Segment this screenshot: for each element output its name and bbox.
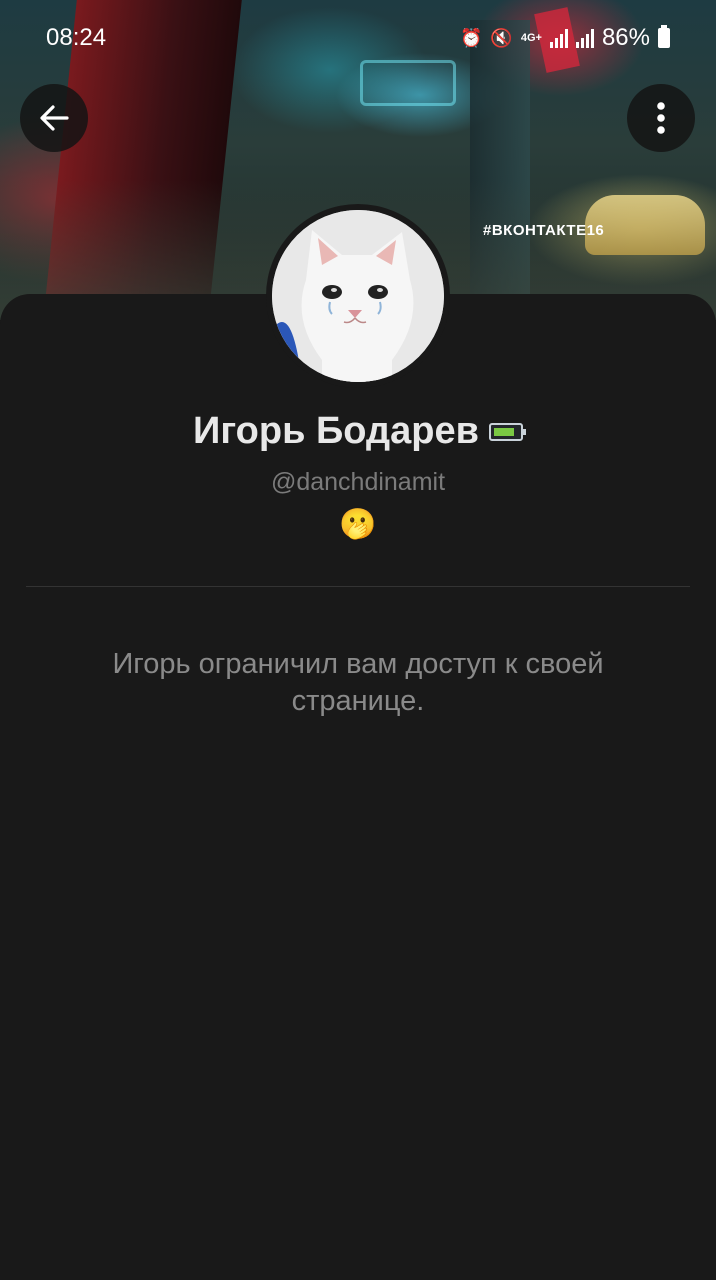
mute-icon: 🔇	[490, 27, 513, 48]
more-options-button[interactable]	[627, 84, 695, 152]
alarm-icon: ⏰	[460, 27, 483, 48]
battery-badge-icon[interactable]	[488, 422, 526, 441]
cover-hashtag: #ВКОНТАКТЕ16	[483, 222, 605, 239]
arrow-left-icon	[40, 105, 69, 131]
cat-avatar-image	[272, 210, 444, 382]
battery-icon	[658, 25, 670, 48]
status-emoji[interactable]: 🫢	[0, 507, 716, 542]
profile-name-row: Игорь Бодарев	[0, 410, 716, 453]
profile-name: Игорь Бодарев	[193, 410, 479, 452]
status-icons: ⏰ 🔇 4G+ 86%	[460, 24, 670, 52]
network-type-label: 4G+	[520, 31, 542, 44]
status-bar: 08:24 ⏰ 🔇 4G+ 86%	[0, 0, 716, 76]
status-time: 08:24	[46, 24, 107, 51]
avatar[interactable]	[272, 210, 444, 382]
back-button[interactable]	[20, 84, 88, 152]
signal-icon	[549, 28, 568, 48]
battery-percent: 86%	[601, 24, 650, 51]
signal-icon	[575, 28, 594, 48]
divider	[26, 586, 690, 587]
access-restricted-message: Игорь ограничил вам доступ к своей стран…	[112, 648, 604, 717]
more-vertical-icon	[657, 102, 665, 134]
profile-username: @danchdinamit	[270, 468, 446, 496]
